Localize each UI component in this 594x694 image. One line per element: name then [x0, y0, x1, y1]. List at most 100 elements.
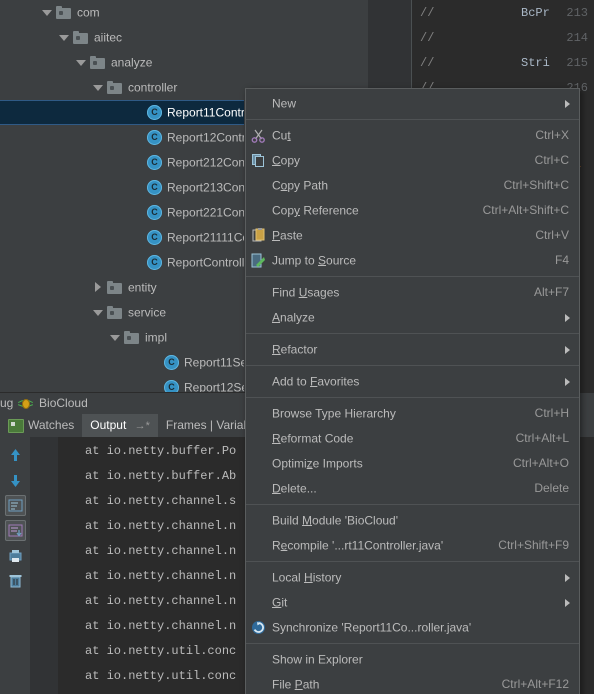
menu-item-shortcut: Ctrl+V — [535, 228, 569, 242]
menu-item-reformat-code[interactable]: Reformat Code Ctrl+Alt+L — [246, 426, 579, 451]
chevron-right-icon[interactable] — [93, 282, 104, 293]
menu-item-recompile-rt11controller-java[interactable]: Recompile '...rt11Controller.java' Ctrl+S… — [246, 533, 579, 558]
chevron-down-icon[interactable] — [93, 82, 104, 93]
menu-separator — [246, 119, 579, 120]
menu-item-analyze[interactable]: Analyze — [246, 305, 579, 330]
tree-item[interactable]: C Report213Controller — [0, 175, 244, 200]
tree-item[interactable]: C ReportController — [0, 250, 244, 275]
chevron-down-icon[interactable] — [76, 57, 87, 68]
copy-icon — [250, 152, 267, 169]
tab-watches[interactable]: Watches — [0, 414, 82, 437]
java-class-icon: C — [147, 155, 162, 171]
menu-item-copy-path[interactable]: Copy Path Ctrl+Shift+C — [246, 173, 579, 198]
menu-item-git[interactable]: Git — [246, 590, 579, 615]
menu-item-label: Git — [272, 595, 288, 610]
java-class-icon: C — [147, 255, 162, 271]
menu-separator — [246, 561, 579, 562]
tree-item[interactable]: impl — [0, 325, 244, 350]
tree-item[interactable]: com — [0, 0, 244, 25]
menu-item-cut[interactable]: Cut Ctrl+X — [246, 123, 579, 148]
menu-item-show-in-explorer[interactable]: Show in Explorer — [246, 647, 579, 672]
menu-item-jump-to-source[interactable]: Jump to Source F4 — [246, 248, 579, 273]
menu-item-copy-reference[interactable]: Copy Reference Ctrl+Alt+Shift+C — [246, 198, 579, 223]
menu-item-label: Optimize Imports — [272, 456, 363, 471]
tab-output[interactable]: Output →* — [82, 414, 158, 437]
chevron-down-icon[interactable] — [59, 32, 70, 43]
tree-item[interactable]: C Report11ServiceImpl — [0, 350, 244, 375]
tree-item-label: Report11Controller — [167, 105, 244, 120]
menu-item-synchronize-report11co-roller-java[interactable]: Synchronize 'Report11Co...roller.java' — [246, 615, 579, 640]
console-toolbar — [0, 437, 30, 694]
tree-item[interactable]: entity — [0, 275, 244, 300]
menu-item-local-history[interactable]: Local History — [246, 565, 579, 590]
menu-item-label: Reformat Code — [272, 431, 354, 446]
context-menu[interactable]: New Cut Ctrl+X Copy Ctrl+C Copy Path Ctrl+Shif… — [245, 88, 580, 694]
paste-icon — [250, 227, 267, 244]
menu-item-label: Paste — [272, 228, 303, 243]
menu-item-shortcut: Ctrl+Shift+F9 — [498, 538, 569, 552]
menu-item-shortcut: Ctrl+Shift+C — [503, 178, 569, 192]
console-line: at io.netty.channel.n — [85, 544, 237, 558]
menu-item-find-usages[interactable]: Find Usages Alt+F7 — [246, 280, 579, 305]
menu-item-shortcut: Ctrl+Alt+Shift+C — [482, 203, 569, 217]
tree-item[interactable]: aiitec — [0, 25, 244, 50]
tree-item-label: Report21111Controller — [167, 230, 244, 245]
chevron-down-icon[interactable] — [110, 332, 121, 343]
console-line: at io.netty.util.conc — [85, 669, 237, 683]
debug-bug-icon — [17, 397, 33, 411]
soft-wrap-icon[interactable] — [5, 495, 26, 516]
tree-item-label: analyze — [111, 55, 153, 70]
chevron-down-icon[interactable] — [42, 7, 53, 18]
menu-item-copy[interactable]: Copy Ctrl+C — [246, 148, 579, 173]
menu-item-shortcut: Ctrl+H — [534, 406, 569, 420]
menu-item-shortcut: Ctrl+Alt+O — [512, 456, 569, 470]
menu-item-optimize-imports[interactable]: Optimize Imports Ctrl+Alt+O — [246, 451, 579, 476]
menu-item-label: Add to Favorites — [272, 374, 360, 389]
menu-item-shortcut: F4 — [554, 253, 569, 267]
java-class-icon: C — [147, 180, 162, 196]
menu-item-delete[interactable]: Delete... Delete — [246, 476, 579, 501]
tree-item[interactable]: C Report221Controller — [0, 200, 244, 225]
console-line: at io.netty.channel.n — [85, 569, 237, 583]
tree-item[interactable]: C Report11Controller — [0, 100, 244, 125]
tree-item[interactable]: C Report12Controller — [0, 125, 244, 150]
java-class-icon: C — [147, 130, 162, 146]
submenu-arrow-icon — [565, 346, 570, 354]
menu-item-add-to-favorites[interactable]: Add to Favorites — [246, 369, 579, 394]
context-menu-items: New Cut Ctrl+X Copy Ctrl+C Copy Path Ctrl+Shif… — [246, 91, 579, 694]
chevron-down-icon[interactable] — [93, 307, 104, 318]
step-down-icon[interactable] — [5, 470, 26, 491]
menu-separator — [246, 397, 579, 398]
tree-item-label: service — [128, 305, 167, 320]
tree-item-label: controller — [128, 80, 178, 95]
tree-item[interactable]: controller — [0, 75, 244, 100]
menu-item-browse-type-hierarchy[interactable]: Browse Type Hierarchy Ctrl+H — [246, 401, 579, 426]
trash-icon[interactable] — [5, 570, 26, 591]
project-tree-panel[interactable]: com aiitec analyze controller C Report11Contr… — [0, 0, 244, 392]
menu-item-file-path[interactable]: File Path Ctrl+Alt+F12 — [246, 672, 579, 694]
tree-item-label: ReportController — [167, 255, 244, 270]
scroll-to-end-icon[interactable] — [5, 520, 26, 541]
tree-item[interactable]: C Report21111Controller — [0, 225, 244, 250]
menu-item-refactor[interactable]: Refactor — [246, 337, 579, 362]
menu-item-shortcut: Ctrl+Alt+F12 — [501, 677, 569, 691]
submenu-arrow-icon — [565, 574, 570, 582]
menu-item-label: Browse Type Hierarchy — [272, 406, 396, 421]
print-icon[interactable] — [5, 545, 26, 566]
tree-item[interactable]: C Report212Controller — [0, 150, 244, 175]
console-line: at io.netty.channel.s — [85, 494, 237, 508]
editor-code-line: // — [420, 56, 435, 70]
menu-item-build-module-biocloud[interactable]: Build Module 'BioCloud' — [246, 508, 579, 533]
tree-item[interactable]: service — [0, 300, 244, 325]
menu-item-paste[interactable]: Paste Ctrl+V — [246, 223, 579, 248]
tree-item[interactable]: C Report12ServiceImpl — [0, 375, 244, 392]
tree-item[interactable]: analyze — [0, 50, 244, 75]
menu-separator — [246, 276, 579, 277]
debug-header-label: ug — [0, 396, 14, 410]
menu-separator — [246, 643, 579, 644]
menu-item-label: Cut — [272, 128, 291, 143]
menu-item-new[interactable]: New — [246, 91, 579, 116]
step-up-icon[interactable] — [5, 445, 26, 466]
